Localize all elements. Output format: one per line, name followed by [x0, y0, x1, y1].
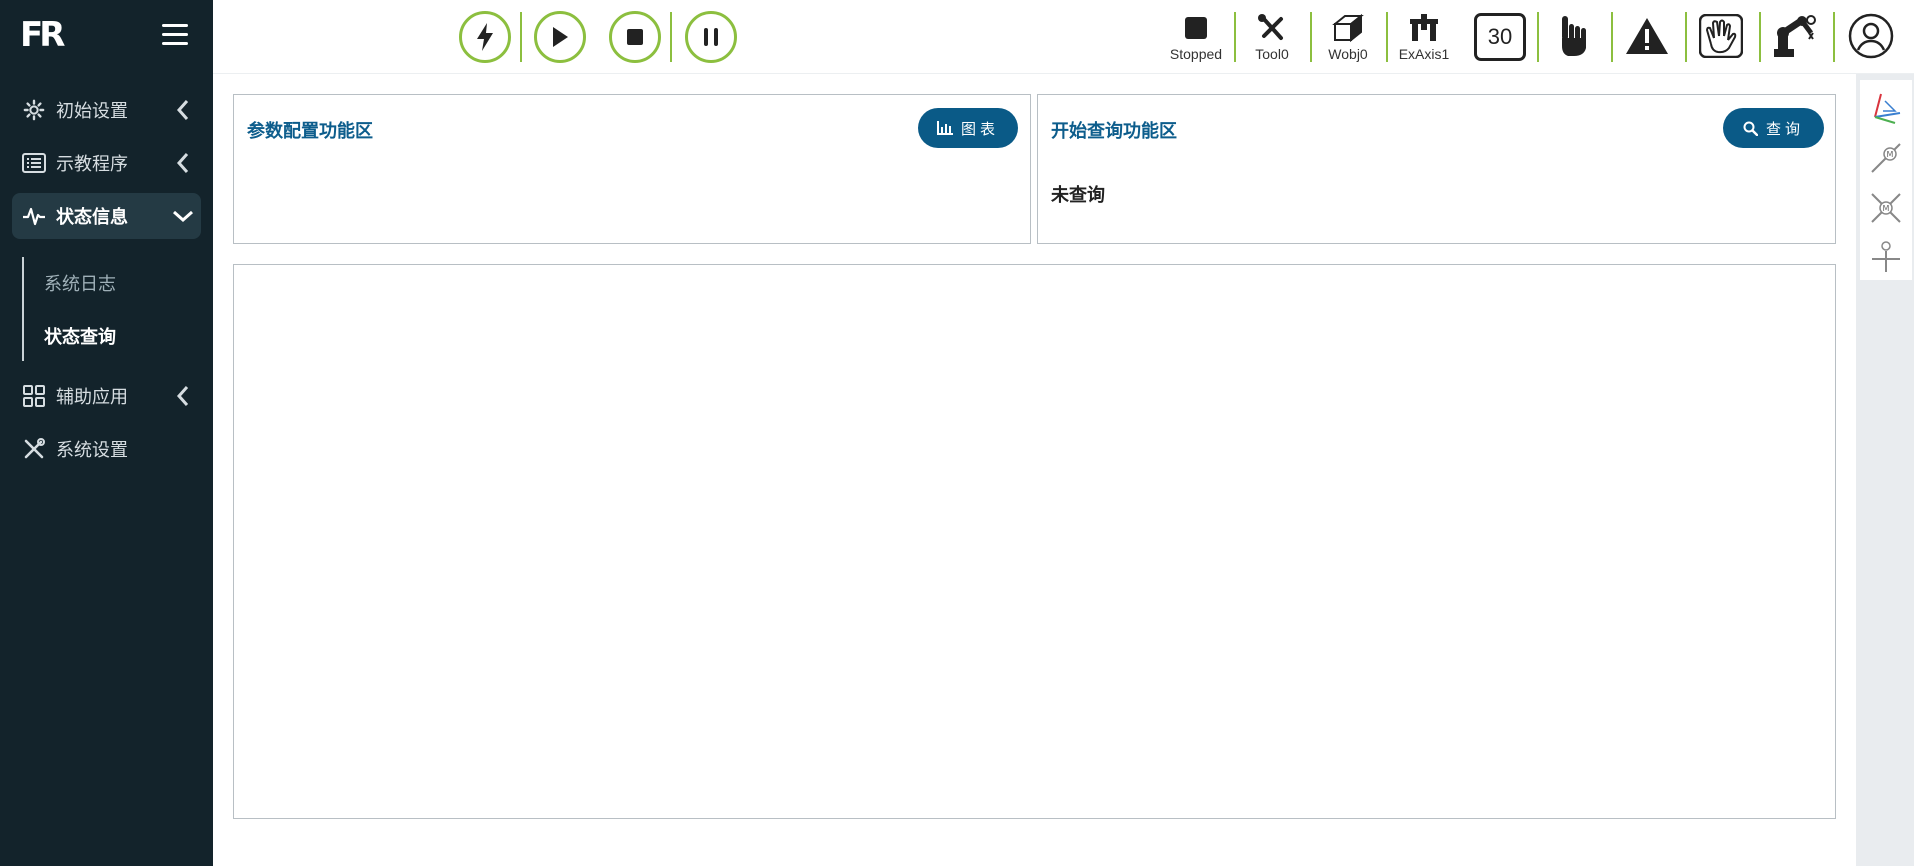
chevron-left-icon — [165, 385, 201, 407]
sidebar-item-label: 示教程序 — [56, 154, 128, 175]
sidebar-item-status-info[interactable]: 状态信息 — [12, 193, 201, 239]
svg-text:M: M — [1887, 150, 1894, 159]
hamburger-menu-icon[interactable] — [162, 24, 188, 46]
hand-drag-icon — [1699, 14, 1743, 58]
chevron-down-icon — [165, 209, 201, 223]
right-tool-strip: M M — [1856, 74, 1914, 866]
pulse-icon — [12, 206, 56, 226]
coordinate-system-icon[interactable] — [1868, 88, 1904, 128]
point-marker-icon[interactable] — [1868, 236, 1904, 276]
results-area — [233, 264, 1836, 819]
query-button[interactable]: 查询 — [1723, 108, 1824, 148]
param-config-title: 参数配置功能区 — [247, 121, 373, 142]
workobject-selector[interactable]: Wobj0 — [1314, 10, 1382, 66]
robot-state-label: Stopped — [1169, 46, 1223, 62]
wobj-label: Wobj0 — [1328, 46, 1368, 62]
speed-override-box[interactable]: 30 — [1474, 13, 1526, 61]
warning-alerts-button[interactable] — [1619, 10, 1675, 62]
move-cross-icon[interactable]: M — [1868, 188, 1904, 228]
pause-icon — [704, 28, 718, 46]
sidebar-item-initial-settings[interactable]: 初始设置 — [12, 87, 201, 133]
toolbar-divider — [1611, 12, 1613, 62]
tools-icon — [12, 437, 56, 461]
tool-coordinate-selector[interactable]: Tool0 — [1238, 10, 1306, 66]
tool-label: Tool0 — [1255, 46, 1289, 62]
toolbar-divider — [520, 12, 522, 62]
gantry-icon — [1408, 10, 1440, 46]
robot-model-button[interactable] — [1767, 10, 1823, 62]
list-icon — [12, 153, 56, 173]
toolbar-divider — [1234, 12, 1236, 62]
pause-button[interactable] — [685, 11, 737, 63]
move-linear-icon[interactable]: M — [1868, 138, 1904, 178]
hand-icon — [1562, 16, 1586, 56]
chevron-left-icon — [165, 99, 201, 121]
stop-button[interactable] — [609, 11, 661, 63]
sidebar-item-label: 状态信息 — [56, 207, 128, 228]
stop-square-icon — [1184, 10, 1208, 46]
gear-icon — [12, 99, 56, 121]
sidebar-item-label: 初始设置 — [56, 101, 128, 122]
lightning-icon — [477, 23, 493, 51]
sidebar-item-teach-program[interactable]: 示教程序 — [12, 140, 201, 186]
external-axis-selector[interactable]: ExAxis1 — [1390, 10, 1458, 66]
app-logo: FR — [20, 15, 65, 55]
toolbar-divider — [670, 12, 672, 62]
enable-power-button[interactable] — [459, 11, 511, 63]
query-title: 开始查询功能区 — [1051, 121, 1177, 142]
play-button[interactable] — [534, 11, 586, 63]
toolbar-divider — [1759, 12, 1761, 62]
top-toolbar: Stopped Tool0 Wobj0 ExAxis1 30 — [213, 0, 1914, 74]
bar-chart-icon — [936, 121, 953, 135]
user-icon — [1848, 13, 1894, 59]
grid-icon — [12, 385, 56, 407]
toolbar-divider — [1386, 12, 1388, 62]
robot-arm-icon — [1774, 15, 1816, 57]
query-button-label: 查询 — [1765, 119, 1804, 138]
query-status-text: 未查询 — [1051, 185, 1105, 206]
right-tools-panel: M M — [1860, 80, 1912, 280]
svg-text:M: M — [1883, 204, 1890, 213]
chevron-left-icon — [165, 152, 201, 174]
sidebar-subitem-system-log[interactable]: 系统日志 — [44, 270, 116, 296]
param-config-panel: 参数配置功能区 图表 — [233, 94, 1031, 244]
drag-mode-button[interactable] — [1693, 10, 1749, 62]
hand-guide-button[interactable] — [1544, 10, 1600, 62]
toolbar-divider — [1537, 12, 1539, 62]
toolbar-divider — [1833, 12, 1835, 62]
sidebar-item-auxiliary-apps[interactable]: 辅助应用 — [12, 373, 201, 419]
sidebar-item-label: 系统设置 — [56, 440, 128, 461]
stop-icon — [627, 29, 643, 45]
chart-button[interactable]: 图表 — [918, 108, 1018, 148]
search-icon — [1743, 121, 1758, 136]
toolbar-divider — [1685, 12, 1687, 62]
sidebar-item-label: 辅助应用 — [56, 387, 128, 408]
play-icon — [553, 27, 568, 47]
user-account-button[interactable] — [1843, 10, 1899, 62]
wrench-icon — [1256, 10, 1288, 46]
robot-state-indicator[interactable]: Stopped — [1162, 10, 1230, 66]
chart-button-label: 图表 — [960, 119, 999, 138]
sidebar-item-system-settings[interactable]: 系统设置 — [12, 426, 201, 472]
cube-icon — [1332, 10, 1364, 46]
warning-icon — [1626, 18, 1668, 54]
query-panel: 开始查询功能区 查询 未查询 — [1037, 94, 1836, 244]
toolbar-divider — [1310, 12, 1312, 62]
exaxis-label: ExAxis1 — [1398, 46, 1450, 62]
sidebar: FR 初始设置 示教程序 状态信息 系统日志 状态查询 辅助应用 系统设置 — [0, 0, 213, 866]
submenu-indicator — [22, 257, 24, 361]
sidebar-subitem-status-query[interactable]: 状态查询 — [44, 323, 116, 349]
